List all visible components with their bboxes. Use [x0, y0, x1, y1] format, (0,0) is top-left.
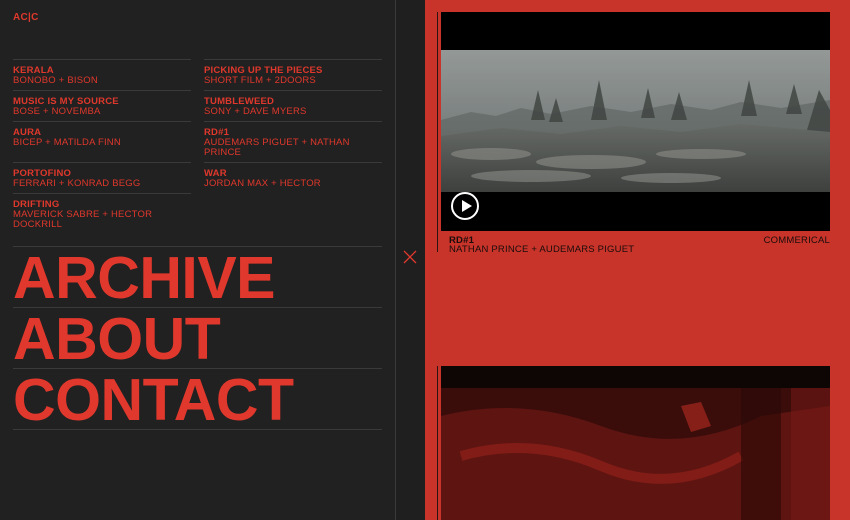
project-item-music-is-my-source[interactable]: MUSIC IS MY SOURCE BOSE + NOVEMBA: [13, 90, 191, 121]
project-list: KERALA BONOBO + BISON MUSIC IS MY SOURCE…: [13, 59, 382, 233]
project-item-kerala[interactable]: KERALA BONOBO + BISON: [13, 59, 191, 90]
project-subtitle: AUDEMARS PIGUET + NATHAN PRINCE: [204, 137, 350, 158]
nav-contact[interactable]: CONTACT: [13, 368, 382, 430]
video-category: COMMERICAL: [763, 235, 830, 246]
project-subtitle: BONOBO + BISON: [13, 75, 98, 86]
card-edge-line: [437, 12, 438, 252]
panel-divider: [395, 0, 396, 520]
video-player-second[interactable]: [441, 366, 830, 520]
nav-about[interactable]: ABOUT: [13, 307, 382, 369]
project-item-portofino[interactable]: PORTOFINO FERRARI + KONRAD BEGG: [13, 162, 191, 193]
project-item-drifting[interactable]: DRIFTING MAVERICK SABRE + HECTOR DOCKRIL…: [13, 193, 191, 233]
project-subtitle: FERRARI + KONRAD BEGG: [13, 178, 141, 189]
video-player[interactable]: [441, 12, 830, 231]
menu-panel: AC|C KERALA BONOBO + BISON MUSIC IS MY S…: [0, 0, 396, 520]
video-thumbnail: [441, 366, 830, 520]
project-subtitle: MAVERICK SABRE + HECTOR DOCKRILL: [13, 209, 153, 230]
video-thumbnail: [441, 50, 830, 192]
project-item-tumbleweed[interactable]: TUMBLEWEED SONY + DAVE MYERS: [204, 90, 382, 121]
project-subtitle: BICEP + MATILDA FINN: [13, 137, 121, 148]
project-column-left: KERALA BONOBO + BISON MUSIC IS MY SOURCE…: [13, 59, 191, 233]
project-subtitle: SONY + DAVE MYERS: [204, 106, 307, 117]
card-edge-line: [437, 366, 438, 520]
project-item-picking-up-the-pieces[interactable]: PICKING UP THE PIECES SHORT FILM + 2DOOR…: [204, 59, 382, 90]
project-subtitle: SHORT FILM + 2DOORS: [204, 75, 316, 86]
close-button[interactable]: [403, 250, 417, 264]
project-subtitle: JORDAN MAX + HECTOR: [204, 178, 321, 189]
project-item-war[interactable]: WAR JORDAN MAX + HECTOR: [204, 162, 382, 193]
close-icon: [403, 250, 417, 264]
logo[interactable]: AC|C: [13, 12, 39, 23]
project-item-aura[interactable]: AURA BICEP + MATILDA FINN: [13, 121, 191, 162]
project-column-right: PICKING UP THE PIECES SHORT FILM + 2DOOR…: [204, 59, 382, 233]
video-subtitle: NATHAN PRINCE + AUDEMARS PIGUET: [449, 244, 635, 255]
project-subtitle: BOSE + NOVEMBA: [13, 106, 101, 117]
main-nav: ARCHIVE ABOUT CONTACT: [13, 246, 382, 430]
project-item-rd1[interactable]: RD#1 AUDEMARS PIGUET + NATHAN PRINCE: [204, 121, 382, 162]
play-button[interactable]: [451, 192, 479, 220]
nav-archive[interactable]: ARCHIVE: [13, 246, 382, 308]
